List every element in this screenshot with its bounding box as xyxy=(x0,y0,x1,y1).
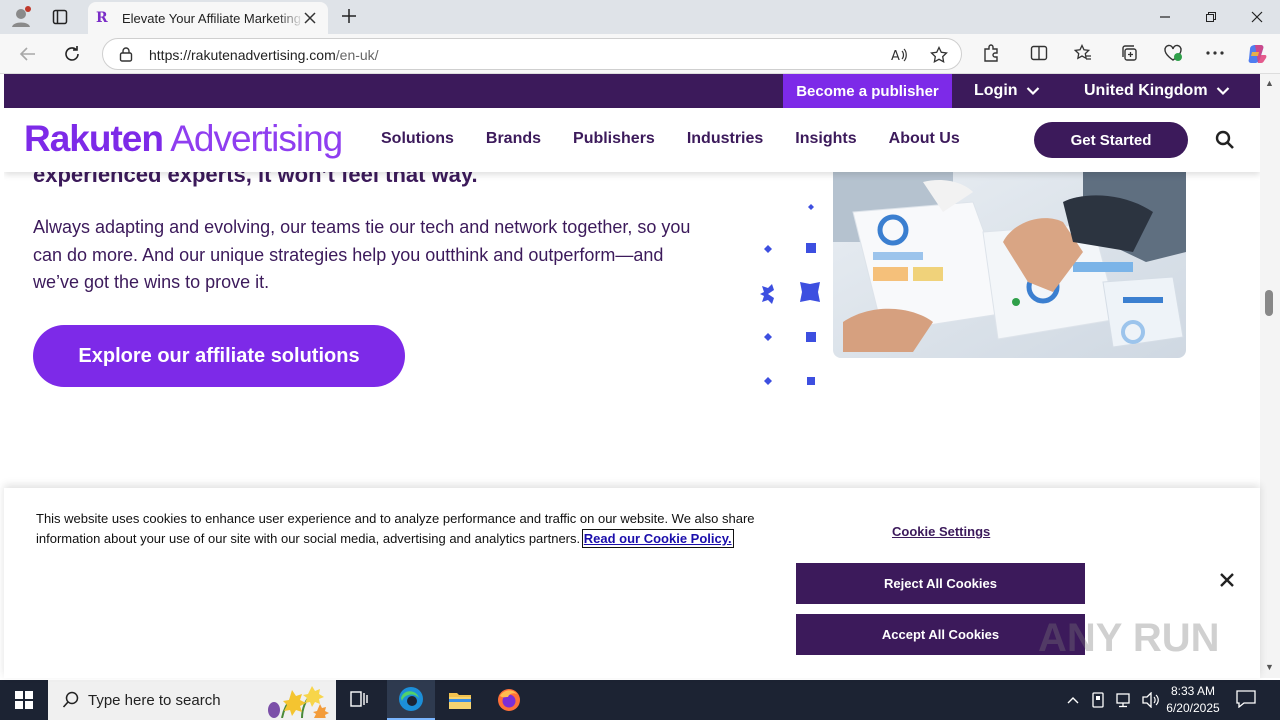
network-icon[interactable] xyxy=(1116,692,1132,708)
window-minimize-icon[interactable] xyxy=(1150,6,1180,28)
extensions-icon[interactable] xyxy=(980,42,1002,64)
file-explorer-icon[interactable] xyxy=(436,680,484,720)
decorative-star-pattern-icon xyxy=(760,204,820,385)
tab-close-icon[interactable] xyxy=(302,10,318,26)
scroll-down-arrow-icon[interactable]: ▼ xyxy=(1265,662,1274,672)
watermark-text: ANY RUN xyxy=(1038,615,1220,660)
url-path: /en-uk/ xyxy=(335,47,379,63)
nav-industries[interactable]: Industries xyxy=(687,130,763,148)
cookie-settings-link[interactable]: Cookie Settings xyxy=(892,524,990,539)
copilot-icon[interactable] xyxy=(1245,42,1269,66)
chevron-down-icon xyxy=(1216,87,1229,96)
login-label: Login xyxy=(974,82,1018,99)
edge-browser-icon[interactable] xyxy=(387,680,435,720)
reload-icon[interactable] xyxy=(58,41,86,67)
profile-icon[interactable] xyxy=(8,4,34,30)
anyrun-watermark: ANY RUN xyxy=(1038,608,1220,668)
logo-word-rakuten: Rakuten xyxy=(24,118,164,159)
logo-word-advertising: Advertising xyxy=(162,118,343,159)
nav-publishers[interactable]: Publishers xyxy=(573,130,655,148)
search-icon[interactable] xyxy=(1215,130,1237,152)
nav-links: Solutions Brands Publishers Industries I… xyxy=(381,130,960,148)
page-scrollbar[interactable]: ▲ ▼ xyxy=(1260,74,1280,678)
windows-start-icon[interactable] xyxy=(0,680,48,720)
close-icon[interactable] xyxy=(1219,572,1235,588)
more-options-icon[interactable] xyxy=(1204,42,1226,64)
main-navigation: Rakuten Advertising Solutions Brands Pub… xyxy=(4,108,1260,172)
login-dropdown[interactable]: Login xyxy=(974,74,1040,108)
windows-taskbar: Type here to search 8:33 AM 6/20/2025 xyxy=(0,680,1280,720)
new-tab-plus-icon[interactable] xyxy=(338,5,360,27)
utility-bar: Become a publisher Login United Kingdom xyxy=(4,74,1260,108)
lock-icon[interactable] xyxy=(117,45,135,63)
tab-title: Elevate Your Affiliate Marketing with Ra… xyxy=(122,10,304,26)
browser-tab-bar: R Elevate Your Affiliate Marketing with … xyxy=(0,0,1280,34)
region-dropdown[interactable]: United Kingdom xyxy=(1084,74,1230,108)
usb-device-icon[interactable] xyxy=(1090,692,1106,708)
cookie-message: This website uses cookies to enhance use… xyxy=(36,509,781,549)
explore-affiliate-solutions-button[interactable]: Explore our affiliate solutions xyxy=(33,325,405,387)
show-hidden-icons-chevron-up-icon[interactable] xyxy=(1066,695,1080,705)
get-started-button[interactable]: Get Started xyxy=(1034,122,1188,158)
become-publisher-button[interactable]: Become a publisher xyxy=(783,74,952,108)
taskbar-search-box[interactable]: Type here to search xyxy=(48,680,336,720)
cookie-consent-banner: This website uses cookies to enhance use… xyxy=(4,488,1260,678)
scroll-up-arrow-icon[interactable]: ▲ xyxy=(1265,78,1274,88)
cookie-policy-link[interactable]: Read our Cookie Policy. xyxy=(581,529,734,548)
browser-essentials-icon[interactable] xyxy=(1162,42,1184,64)
firefox-icon[interactable] xyxy=(485,680,533,720)
taskbar-clock[interactable]: 8:33 AM 6/20/2025 xyxy=(1160,683,1226,717)
add-favorite-star-icon[interactable] xyxy=(929,45,949,65)
svg-text:A: A xyxy=(891,49,900,64)
nav-brands[interactable]: Brands xyxy=(486,130,541,148)
split-screen-icon[interactable] xyxy=(1028,42,1050,64)
system-tray xyxy=(1066,680,1160,720)
url-text: https://rakutenadvertising.com/en-uk/ xyxy=(149,47,379,63)
task-view-icon[interactable] xyxy=(336,680,384,720)
hero-body-text: Always adapting and evolving, our teams … xyxy=(33,217,691,292)
favorites-icon[interactable] xyxy=(1072,42,1094,64)
clock-date: 6/20/2025 xyxy=(1166,701,1220,715)
scroll-thumb[interactable] xyxy=(1265,290,1273,316)
reject-all-cookies-button[interactable]: Reject All Cookies xyxy=(796,563,1085,604)
address-bar[interactable]: https://rakutenadvertising.com/en-uk/ A xyxy=(102,38,962,70)
search-highlight-flowers-icon xyxy=(268,686,329,718)
search-icon xyxy=(62,691,79,708)
rakuten-favicon-icon: R xyxy=(96,10,108,26)
collections-icon[interactable] xyxy=(1118,42,1140,64)
clock-time: 8:33 AM xyxy=(1170,684,1216,698)
window-close-icon[interactable] xyxy=(1242,6,1272,28)
hero-team-meeting-image xyxy=(833,172,1186,358)
tab-actions-icon[interactable] xyxy=(46,4,74,30)
rakuten-advertising-logo[interactable]: Rakuten Advertising xyxy=(24,118,343,160)
nav-solutions[interactable]: Solutions xyxy=(381,130,454,148)
browser-tab-active[interactable]: R Elevate Your Affiliate Marketing with … xyxy=(88,2,328,34)
chevron-down-icon xyxy=(1026,87,1039,96)
url-domain: https://rakutenadvertising.com xyxy=(149,47,336,63)
nav-insights[interactable]: Insights xyxy=(795,130,856,148)
back-arrow-icon[interactable] xyxy=(14,41,42,67)
browser-toolbar: https://rakutenadvertising.com/en-uk/ A xyxy=(0,34,1280,74)
window-restore-icon[interactable] xyxy=(1196,6,1226,28)
volume-icon[interactable] xyxy=(1142,692,1160,708)
read-aloud-icon[interactable]: A xyxy=(889,45,909,65)
nav-about-us[interactable]: About Us xyxy=(889,130,960,148)
taskbar-search-placeholder: Type here to search xyxy=(88,691,221,709)
region-label: United Kingdom xyxy=(1084,82,1208,99)
notification-center-icon[interactable] xyxy=(1236,690,1258,710)
